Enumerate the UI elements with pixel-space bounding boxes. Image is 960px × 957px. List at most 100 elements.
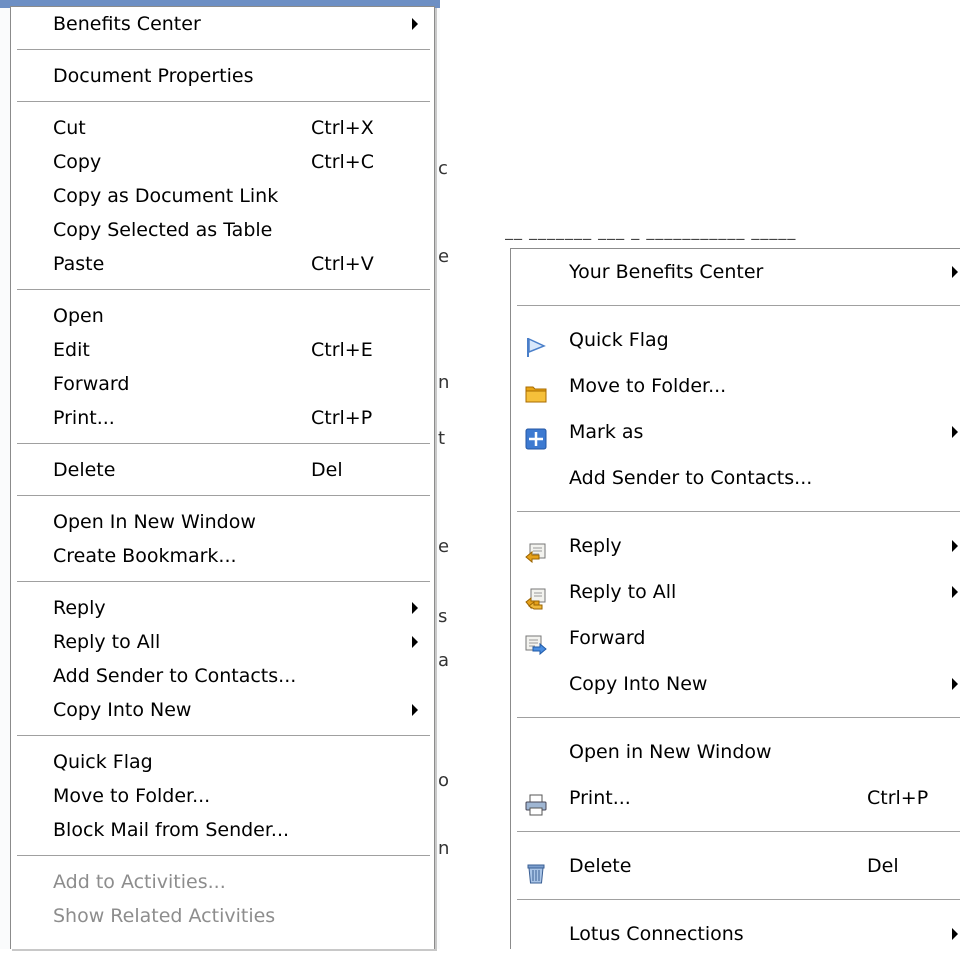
menu-item-label: Open In New Window [53, 511, 256, 533]
menu-item-label: Forward [53, 373, 130, 395]
menu-item-copy-into-new[interactable]: Copy Into New [11, 693, 434, 727]
menu-item-reply[interactable]: Reply [11, 591, 434, 625]
menu-item-label: Forward [569, 627, 646, 649]
menu-item-label: Copy Into New [53, 699, 192, 721]
menu-separator [17, 101, 430, 102]
menu-item-forward[interactable]: Forward [11, 367, 434, 401]
menu-item-shortcut: Ctrl+V [311, 253, 374, 275]
submenu-arrow-icon [412, 18, 418, 30]
menu-item-lotus-connections[interactable]: Lotus Connections [511, 911, 960, 957]
menu-item-your-benefits-center[interactable]: Your Benefits Center [511, 249, 960, 295]
menu-item-label: Reply to All [53, 631, 161, 653]
menu-item-print[interactable]: Print... Ctrl+P [511, 775, 960, 821]
menu-item-label: Show Related Activities [53, 905, 276, 927]
menu-separator [517, 899, 960, 900]
printer-icon [525, 787, 547, 816]
menu-item-paste[interactable]: Paste Ctrl+V [11, 247, 434, 281]
submenu-arrow-icon [952, 586, 958, 598]
menu-item-mark-as[interactable]: Mark as [511, 409, 960, 455]
menu-item-label: Move to Folder... [569, 375, 727, 397]
menu-separator [17, 443, 430, 444]
menu-item-shortcut: Ctrl+E [311, 339, 373, 361]
menu-item-label: Copy Selected as Table [53, 219, 273, 241]
menu-item-copy-as-document-link[interactable]: Copy as Document Link [11, 179, 434, 213]
menu-item-label: Quick Flag [569, 329, 669, 351]
menu-item-block-mail-from-sender[interactable]: Block Mail from Sender... [11, 813, 434, 847]
menu-item-edit[interactable]: Edit Ctrl+E [11, 333, 434, 367]
menu-item-document-properties[interactable]: Document Properties [11, 59, 434, 93]
trash-icon [525, 855, 547, 884]
menu-item-label: Reply [53, 597, 106, 619]
menu-item-open[interactable]: Open [11, 299, 434, 333]
menu-item-label: Move to Folder... [53, 785, 211, 807]
menu-separator [17, 49, 430, 50]
context-menu-right: Your Benefits Center Quick Flag Move to Fo… [510, 248, 960, 949]
menu-item-quick-flag[interactable]: Quick Flag [511, 317, 960, 363]
menu-item-label: Open [53, 305, 104, 327]
menu-item-label: Delete [53, 459, 116, 481]
menu-item-label: Copy Into New [569, 673, 708, 695]
menu-item-copy-into-new[interactable]: Copy Into New [511, 661, 960, 707]
menu-item-label: Add Sender to Contacts... [569, 467, 813, 489]
menu-item-label: Delete [569, 855, 632, 877]
menu-item-label: Lotus Connections [569, 923, 744, 945]
menu-separator [517, 831, 960, 832]
menu-item-label: Quick Flag [53, 751, 153, 773]
menu-separator [17, 735, 430, 736]
submenu-arrow-icon [952, 540, 958, 552]
menu-item-open-in-new-window[interactable]: Open in New Window [511, 729, 960, 775]
menu-item-label: Copy as Document Link [53, 185, 279, 207]
menu-separator [17, 289, 430, 290]
menu-item-label: Reply [569, 535, 622, 557]
menu-item-shortcut: Ctrl+X [311, 117, 374, 139]
menu-item-copy-selected-as-table[interactable]: Copy Selected as Table [11, 213, 434, 247]
menu-item-label: Paste [53, 253, 105, 275]
menu-item-create-bookmark[interactable]: Create Bookmark... [11, 539, 434, 573]
menu-item-label: Open in New Window [569, 741, 772, 763]
menu-separator [17, 581, 430, 582]
reply-icon [525, 535, 547, 564]
menu-item-label: Print... [53, 407, 115, 429]
menu-item-delete[interactable]: Delete Del [11, 453, 434, 487]
menu-item-shortcut: Ctrl+P [867, 787, 929, 809]
menu-item-label: Your Benefits Center [569, 261, 764, 283]
menu-item-forward[interactable]: Forward [511, 615, 960, 661]
flag-icon [525, 329, 547, 357]
menu-item-move-to-folder[interactable]: Move to Folder... [11, 779, 434, 813]
background-text-fragments: cen tes aon [438, 158, 450, 859]
menu-item-print[interactable]: Print... Ctrl+P [11, 401, 434, 435]
menu-item-shortcut: Del [311, 459, 343, 481]
menu-item-label: Benefits Center [53, 13, 201, 35]
menu-item-benefits-center[interactable]: Benefits Center [11, 7, 434, 41]
menu-item-label: Copy [53, 151, 102, 173]
forward-icon [525, 627, 547, 656]
menu-item-label: Block Mail from Sender... [53, 819, 290, 841]
menu-item-label: Cut [53, 117, 86, 139]
menu-item-label: Mark as [569, 421, 644, 443]
menu-item-reply-to-all[interactable]: Reply to All [511, 569, 960, 615]
menu-item-delete[interactable]: Delete Del [511, 843, 960, 889]
menu-item-shortcut: Del [867, 855, 899, 877]
menu-item-label: Reply to All [569, 581, 677, 603]
menu-item-label: Print... [569, 787, 631, 809]
menu-item-label: Create Bookmark... [53, 545, 237, 567]
menu-item-label: Add to Activities... [53, 871, 226, 893]
menu-item-label: Edit [53, 339, 90, 361]
mark-as-icon [525, 421, 547, 450]
menu-item-open-in-new-window[interactable]: Open In New Window [11, 505, 434, 539]
menu-item-move-to-folder[interactable]: Move to Folder... [511, 363, 960, 409]
menu-item-add-to-activities: Add to Activities... [11, 865, 434, 899]
menu-item-copy[interactable]: Copy Ctrl+C [11, 145, 434, 179]
menu-separator [517, 511, 960, 512]
menu-item-reply-to-all[interactable]: Reply to All [11, 625, 434, 659]
menu-item-add-sender-to-contacts[interactable]: Add Sender to Contacts... [511, 455, 960, 501]
submenu-arrow-icon [412, 636, 418, 648]
menu-item-cut[interactable]: Cut Ctrl+X [11, 111, 434, 145]
submenu-arrow-icon [952, 266, 958, 278]
menu-item-quick-flag[interactable]: Quick Flag [11, 745, 434, 779]
submenu-arrow-icon [412, 602, 418, 614]
folder-icon [525, 375, 547, 403]
menu-item-add-sender-to-contacts[interactable]: Add Sender to Contacts... [11, 659, 434, 693]
menu-item-label: Document Properties [53, 65, 254, 87]
menu-item-reply[interactable]: Reply [511, 523, 960, 569]
